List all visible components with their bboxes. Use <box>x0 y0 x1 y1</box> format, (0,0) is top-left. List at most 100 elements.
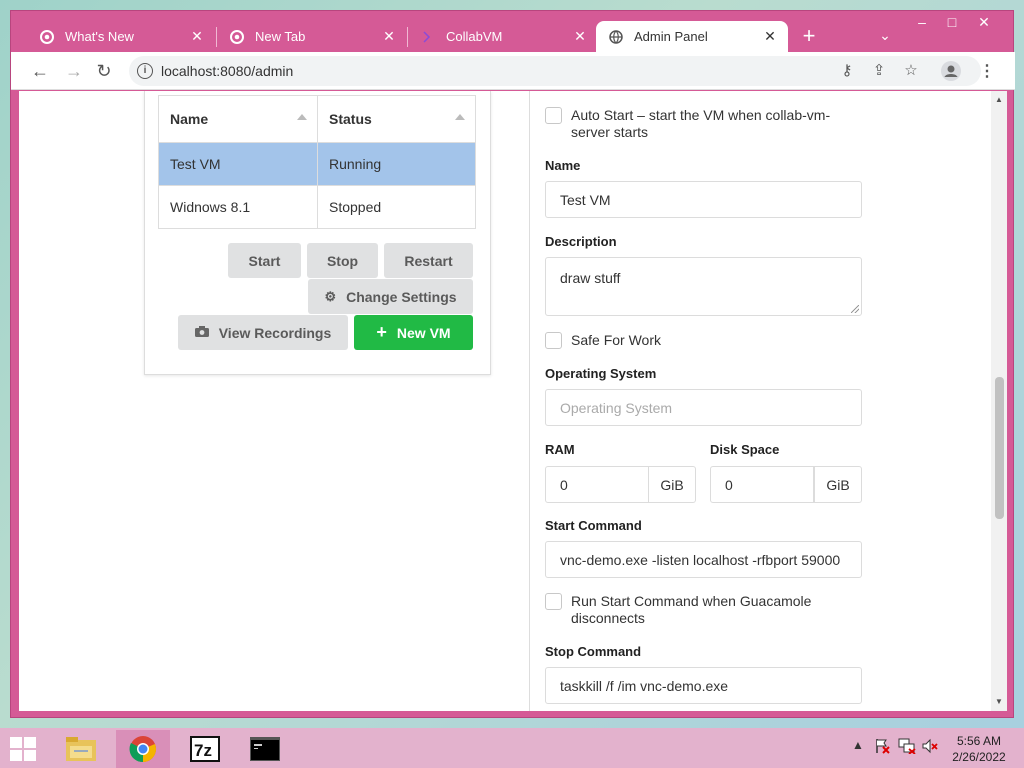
volume-muted-icon[interactable] <box>922 738 938 757</box>
clock-date: 2/26/2022 <box>952 750 1006 764</box>
disk-space-label: Disk Space <box>710 442 780 457</box>
close-icon[interactable]: ✕ <box>572 28 588 44</box>
change-settings-button[interactable]: ⚙ Change Settings <box>308 279 473 314</box>
new-vm-button[interactable]: + New VM <box>354 315 473 350</box>
safe-for-work-checkbox[interactable] <box>545 332 562 349</box>
sort-ascending-icon <box>297 114 307 120</box>
start-command-input[interactable]: vnc-demo.exe -listen localhost -rfbport … <box>545 541 862 578</box>
new-vm-label: New VM <box>396 324 451 341</box>
change-settings-label: Change Settings <box>346 288 457 305</box>
name-input[interactable]: Test VM <box>545 181 862 218</box>
os-input[interactable]: Operating System <box>545 389 862 426</box>
plus-icon: + <box>376 322 387 342</box>
vm-name-cell: Test VM <box>170 156 221 172</box>
system-clock[interactable]: 5:56 AM 2/26/2022 <box>944 733 1014 765</box>
column-header-name[interactable]: Name <box>159 96 317 142</box>
info-icon[interactable]: i <box>137 63 153 79</box>
vm-table: Name Status Test VM Running Widnows 8.1 … <box>158 95 476 229</box>
tab-title: New Tab <box>255 29 306 44</box>
stop-button[interactable]: Stop <box>307 243 378 278</box>
taskbar: 7z ▲ 5:56 AM 2/26/2022 <box>0 728 1024 768</box>
close-icon[interactable]: ✕ <box>381 28 397 44</box>
ram-input[interactable]: 0 <box>545 466 649 503</box>
camera-icon <box>194 325 209 340</box>
table-row[interactable]: Test VM Running <box>159 142 475 185</box>
description-text: draw stuff <box>560 270 621 286</box>
forward-arrow-icon[interactable]: → <box>63 60 85 82</box>
disk-space-unit: GiB <box>814 466 862 503</box>
disk-space-input[interactable]: 0 <box>710 466 814 503</box>
address-bar[interactable]: i localhost:8080/admin ⚷ ⇪ ☆ <box>129 56 981 86</box>
name-label: Name <box>545 158 581 173</box>
reload-icon[interactable]: ↻ <box>93 60 115 82</box>
network-icon[interactable] <box>898 738 916 757</box>
table-header-row: Name Status <box>159 96 475 142</box>
chevron-down-icon[interactable]: ⌄ <box>875 27 895 47</box>
chrome-icon <box>229 29 245 45</box>
window-close-icon[interactable]: ✕ <box>969 11 999 33</box>
close-icon[interactable]: ✕ <box>189 28 205 44</box>
tab-title: What's New <box>65 29 134 44</box>
vm-status-cell: Running <box>317 143 475 185</box>
description-textarea[interactable]: draw stuff <box>545 257 862 316</box>
tab-title: Admin Panel <box>634 29 708 44</box>
action-center-flag-icon[interactable] <box>874 738 890 757</box>
file-explorer-icon[interactable] <box>54 730 108 768</box>
ram-unit: GiB <box>648 466 696 503</box>
run-start-on-disconnect-label: Run Start Command when Guacamole disconn… <box>571 593 812 626</box>
ram-label: RAM <box>545 442 575 457</box>
vm-name-cell: Widnows 8.1 <box>170 199 251 215</box>
vm-settings-form: Auto Start – start the VM when collab-vm… <box>529 91 869 711</box>
page-viewport: Name Status Test VM Running Widnows 8.1 … <box>19 91 1007 711</box>
stop-command-input[interactable]: taskkill /f /im vnc-demo.exe <box>545 667 862 704</box>
tab-admin-panel[interactable]: Admin Panel ✕ <box>596 21 788 52</box>
share-icon[interactable]: ⇪ <box>869 61 889 81</box>
maximize-icon[interactable]: □ <box>937 11 967 33</box>
browser-toolbar: ← → ↻ i localhost:8080/admin ⚷ ⇪ ☆ ⋮ <box>11 52 1015 90</box>
scrollbar-thumb[interactable] <box>995 377 1004 519</box>
back-arrow-icon[interactable]: ← <box>29 60 51 82</box>
7zip-icon[interactable]: 7z <box>178 730 232 768</box>
table-row[interactable]: Widnows 8.1 Stopped <box>159 185 475 228</box>
start-command-label: Start Command <box>545 518 642 533</box>
browser-window: What's New ✕ New Tab ✕ CollabVM ✕ Admin … <box>10 10 1015 718</box>
column-header-status[interactable]: Status <box>317 96 475 142</box>
stop-command-label: Stop Command <box>545 644 642 659</box>
svg-text:7z: 7z <box>194 741 212 760</box>
tab-collabvm[interactable]: CollabVM ✕ <box>408 21 598 52</box>
gear-icon: ⚙ <box>324 288 337 304</box>
start-button[interactable]: Start <box>228 243 301 278</box>
description-label: Description <box>545 234 617 249</box>
minimize-icon[interactable]: – <box>907 11 937 33</box>
run-start-on-disconnect-checkbox[interactable] <box>545 593 562 610</box>
view-recordings-button[interactable]: View Recordings <box>178 315 348 350</box>
profile-avatar-icon[interactable] <box>941 61 961 81</box>
tray-chevron-icon[interactable]: ▲ <box>852 738 864 752</box>
command-prompt-icon[interactable] <box>238 730 292 768</box>
os-label: Operating System <box>545 366 657 381</box>
star-icon[interactable]: ☆ <box>901 61 921 81</box>
key-icon[interactable]: ⚷ <box>837 61 857 81</box>
clock-time: 5:56 AM <box>956 734 1002 748</box>
menu-kebab-icon[interactable]: ⋮ <box>979 64 995 80</box>
windows-start-icon[interactable] <box>10 737 38 761</box>
restart-button[interactable]: Restart <box>384 243 473 278</box>
vm-status-cell: Stopped <box>317 186 475 228</box>
vm-list-card: Name Status Test VM Running Widnows 8.1 … <box>144 91 491 375</box>
view-recordings-label: View Recordings <box>218 324 332 341</box>
chrome-taskbar-icon[interactable] <box>116 730 170 768</box>
tab-whats-new[interactable]: What's New ✕ <box>27 21 215 52</box>
tab-title: CollabVM <box>446 29 503 44</box>
resize-grip-icon[interactable] <box>851 305 859 313</box>
new-tab-plus-icon[interactable]: + <box>797 25 821 49</box>
close-icon[interactable]: ✕ <box>762 28 778 44</box>
scroll-up-icon[interactable]: ▲ <box>991 93 1007 107</box>
tab-strip: What's New ✕ New Tab ✕ CollabVM ✕ Admin … <box>11 11 1015 52</box>
url-text: localhost:8080/admin <box>161 63 294 79</box>
chrome-icon <box>39 29 55 45</box>
page-scrollbar[interactable]: ▲ ▼ <box>991 91 1007 711</box>
scroll-down-icon[interactable]: ▼ <box>991 695 1007 709</box>
auto-start-checkbox[interactable] <box>545 107 562 124</box>
safe-for-work-label: Safe For Work <box>571 332 661 348</box>
tab-new-tab[interactable]: New Tab ✕ <box>217 21 407 52</box>
